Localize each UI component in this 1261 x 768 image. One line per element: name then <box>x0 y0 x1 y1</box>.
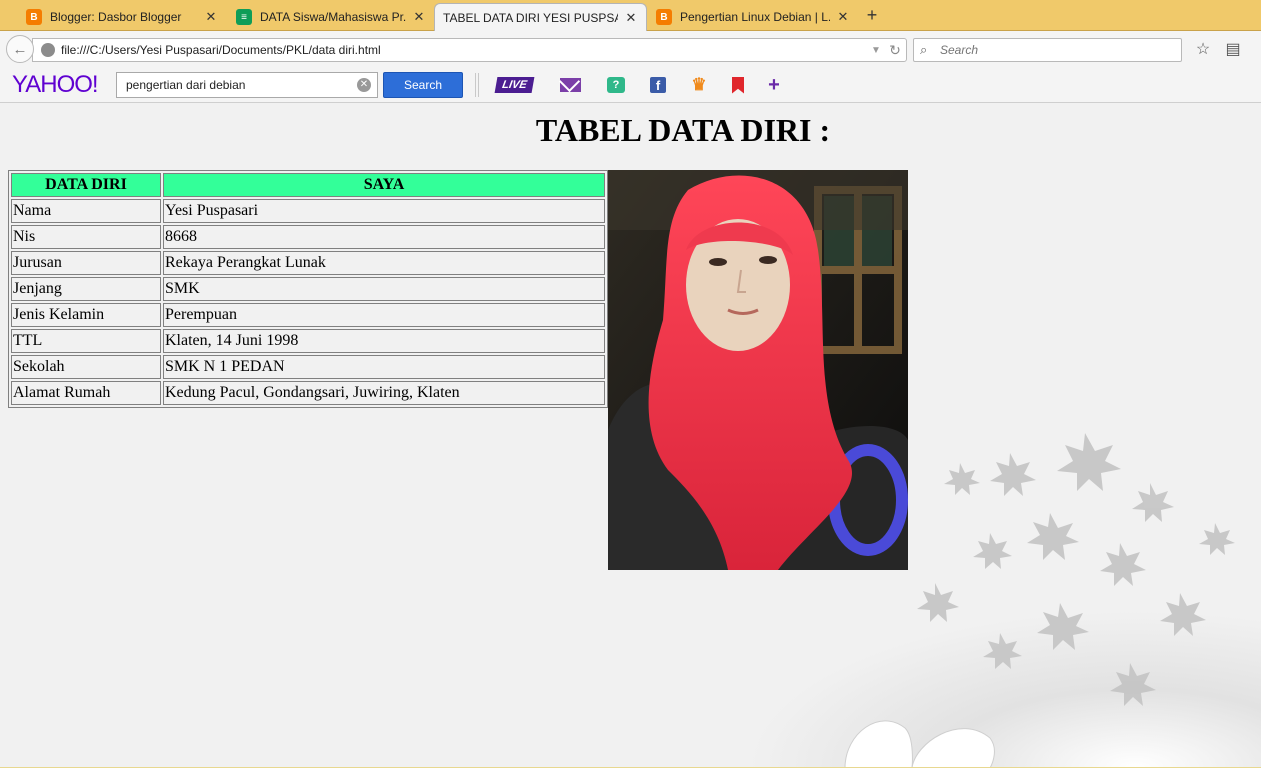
tab-title: DATA Siswa/Mahasiswa Pr... <box>260 10 406 24</box>
yahoo-toolbar: YAHOO! ✕ Search LIVE ? f ♛ + <box>0 68 1261 103</box>
navigation-bar: file:///C:/Users/Yesi Puspasari/Document… <box>0 31 1261 68</box>
table-row: Jurusan Rekaya Perangkat Lunak <box>11 251 605 275</box>
field-label: TTL <box>11 329 161 353</box>
yahoo-search-input[interactable] <box>117 78 357 92</box>
yahoo-search-field[interactable]: ✕ <box>116 72 378 98</box>
field-value: SMK <box>163 277 605 301</box>
table-row: Alamat Rumah Kedung Pacul, Gondangsari, … <box>11 381 605 405</box>
table-row: Nama Yesi Puspasari <box>11 199 605 223</box>
field-value: Perempuan <box>163 303 605 327</box>
tab-title: Pengertian Linux Debian | L... <box>680 10 830 24</box>
address-url[interactable]: file:///C:/Users/Yesi Puspasari/Document… <box>61 43 868 57</box>
toolbar-separator <box>475 73 479 97</box>
tab-strip: B Blogger: Dasbor Blogger ✕ ≡ DATA Siswa… <box>0 0 1261 32</box>
blogger-icon: B <box>656 9 672 25</box>
field-label: Jurusan <box>11 251 161 275</box>
reload-icon[interactable]: ↻ <box>884 42 906 59</box>
tab-tabel-data-diri[interactable]: TABEL DATA DIRI YESI PUSPSARI ✕ <box>434 3 647 32</box>
field-value: 8668 <box>163 225 605 249</box>
bookmark-icon[interactable] <box>727 75 749 95</box>
table-header-row: DATA DIRI SAYA <box>11 173 605 197</box>
new-tab-button[interactable]: + <box>862 5 882 26</box>
bookmark-star-icon[interactable]: ☆ <box>1193 40 1213 60</box>
field-value: Yesi Puspasari <box>163 199 605 223</box>
field-value: Rekaya Perangkat Lunak <box>163 251 605 275</box>
close-icon[interactable]: ✕ <box>412 9 426 25</box>
table-row: Sekolah SMK N 1 PEDAN <box>11 355 605 379</box>
answers-icon[interactable]: ? <box>605 75 627 95</box>
yahoo-search-button[interactable]: Search <box>383 72 463 98</box>
blogger-icon: B <box>26 9 42 25</box>
add-icon[interactable]: + <box>763 74 785 96</box>
mail-icon[interactable] <box>559 75 581 95</box>
field-label: Nis <box>11 225 161 249</box>
trophy-icon[interactable]: ♛ <box>688 75 710 95</box>
tab-title: Blogger: Dasbor Blogger <box>50 10 182 24</box>
close-icon[interactable]: ✕ <box>204 9 218 25</box>
browser-search-bar[interactable]: ⌕ <box>913 38 1182 62</box>
field-value: Kedung Pacul, Gondangsari, Juwiring, Kla… <box>163 381 605 405</box>
reading-list-icon[interactable]: ▤ <box>1223 40 1243 60</box>
globe-icon <box>41 43 55 57</box>
browser-search-input[interactable] <box>940 43 1170 57</box>
tab-title: TABEL DATA DIRI YESI PUSPSARI <box>443 11 618 25</box>
table-row: TTL Klaten, 14 Juni 1998 <box>11 329 605 353</box>
tab-blogger-dashboard[interactable]: B Blogger: Dasbor Blogger ✕ <box>18 3 226 31</box>
back-button[interactable]: ← <box>6 35 34 63</box>
facebook-icon[interactable]: f <box>647 75 669 95</box>
close-icon[interactable]: ✕ <box>624 10 638 26</box>
field-label: Nama <box>11 199 161 223</box>
column-header: SAYA <box>163 173 605 197</box>
table-row: Nis 8668 <box>11 225 605 249</box>
page-content: TABEL DATA DIRI : DATA DIRI SAYA Nama Ye… <box>0 103 1261 768</box>
field-label: Sekolah <box>11 355 161 379</box>
address-bar[interactable]: file:///C:/Users/Yesi Puspasari/Document… <box>32 38 907 62</box>
tab-pengertian-linux-debian[interactable]: B Pengertian Linux Debian | L... ✕ <box>648 3 858 31</box>
page-title: TABEL DATA DIRI : <box>535 112 831 148</box>
column-header: DATA DIRI <box>11 173 161 197</box>
field-value: Klaten, 14 Juni 1998 <box>163 329 605 353</box>
search-icon: ⌕ <box>920 42 928 57</box>
sheets-icon: ≡ <box>236 9 252 25</box>
field-value: SMK N 1 PEDAN <box>163 355 605 379</box>
table-row: Jenis Kelamin Perempuan <box>11 303 605 327</box>
chevron-down-icon[interactable]: ▼ <box>868 45 884 56</box>
yahoo-logo[interactable]: YAHOO! <box>12 71 99 99</box>
profile-photo <box>608 170 908 570</box>
data-diri-table: DATA DIRI SAYA Nama Yesi Puspasari Nis 8… <box>8 170 608 408</box>
tab-data-siswa[interactable]: ≡ DATA Siswa/Mahasiswa Pr... ✕ <box>228 3 434 31</box>
clear-icon[interactable]: ✕ <box>357 78 371 92</box>
field-label: Alamat Rumah <box>11 381 161 405</box>
field-label: Jenjang <box>11 277 161 301</box>
table-row: Jenjang SMK <box>11 277 605 301</box>
arrow-left-icon: ← <box>12 40 28 58</box>
close-icon[interactable]: ✕ <box>836 9 850 25</box>
field-label: Jenis Kelamin <box>11 303 161 327</box>
live-button[interactable]: LIVE <box>494 77 535 93</box>
